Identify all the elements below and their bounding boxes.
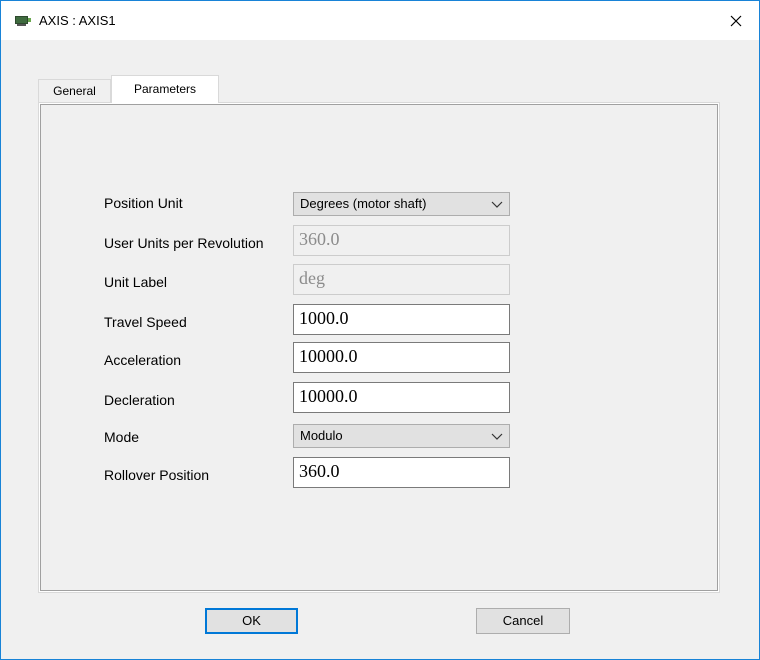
tab-general[interactable]: General — [38, 79, 111, 103]
title-bar[interactable]: AXIS : AXIS1 — [1, 1, 759, 40]
deceleration-value: 10000.0 — [299, 386, 358, 406]
close-icon — [730, 15, 742, 26]
tab-general-label: General — [53, 84, 96, 98]
user-units-value: 360.0 — [299, 229, 340, 249]
acceleration-label: Acceleration — [104, 352, 182, 368]
unit-label-value: deg — [299, 268, 325, 288]
acceleration-field[interactable]: 10000.0 — [293, 342, 510, 373]
travel-speed-value: 1000.0 — [299, 308, 349, 328]
position-unit-value: Degrees (motor shaft) — [300, 196, 427, 211]
rollover-position-value: 360.0 — [299, 461, 340, 481]
rollover-position-field[interactable]: 360.0 — [293, 457, 510, 488]
mode-select[interactable]: Modulo — [293, 424, 510, 448]
user-units-field[interactable]: 360.0 — [293, 225, 510, 256]
mode-label: Mode — [104, 429, 140, 445]
deceleration-field[interactable]: 10000.0 — [293, 382, 510, 413]
tab-parameters[interactable]: Parameters — [111, 75, 219, 103]
acceleration-value: 10000.0 — [299, 346, 358, 366]
chevron-down-icon — [491, 433, 503, 440]
cancel-button[interactable]: Cancel — [476, 608, 570, 634]
user-units-label: User Units per Revolution — [104, 235, 264, 251]
travel-speed-label: Travel Speed — [104, 314, 187, 330]
mode-value: Modulo — [300, 428, 343, 443]
close-button[interactable] — [713, 1, 759, 40]
rollover-position-label: Rollover Position — [104, 467, 210, 483]
window-title: AXIS : AXIS1 — [39, 13, 116, 28]
dialog-window: AXIS : AXIS1 General Parameters Position… — [0, 0, 760, 660]
travel-speed-field[interactable]: 1000.0 — [293, 304, 510, 335]
unit-label-label: Unit Label — [104, 274, 168, 290]
position-unit-select[interactable]: Degrees (motor shaft) — [293, 192, 510, 216]
axis-app-icon — [15, 16, 31, 26]
tab-parameters-label: Parameters — [133, 82, 197, 96]
unit-label-field[interactable]: deg — [293, 264, 510, 295]
chevron-down-icon — [491, 201, 503, 208]
deceleration-label: Decleration — [104, 392, 175, 408]
ok-button[interactable]: OK — [205, 608, 298, 634]
position-unit-label: Position Unit — [104, 195, 183, 211]
